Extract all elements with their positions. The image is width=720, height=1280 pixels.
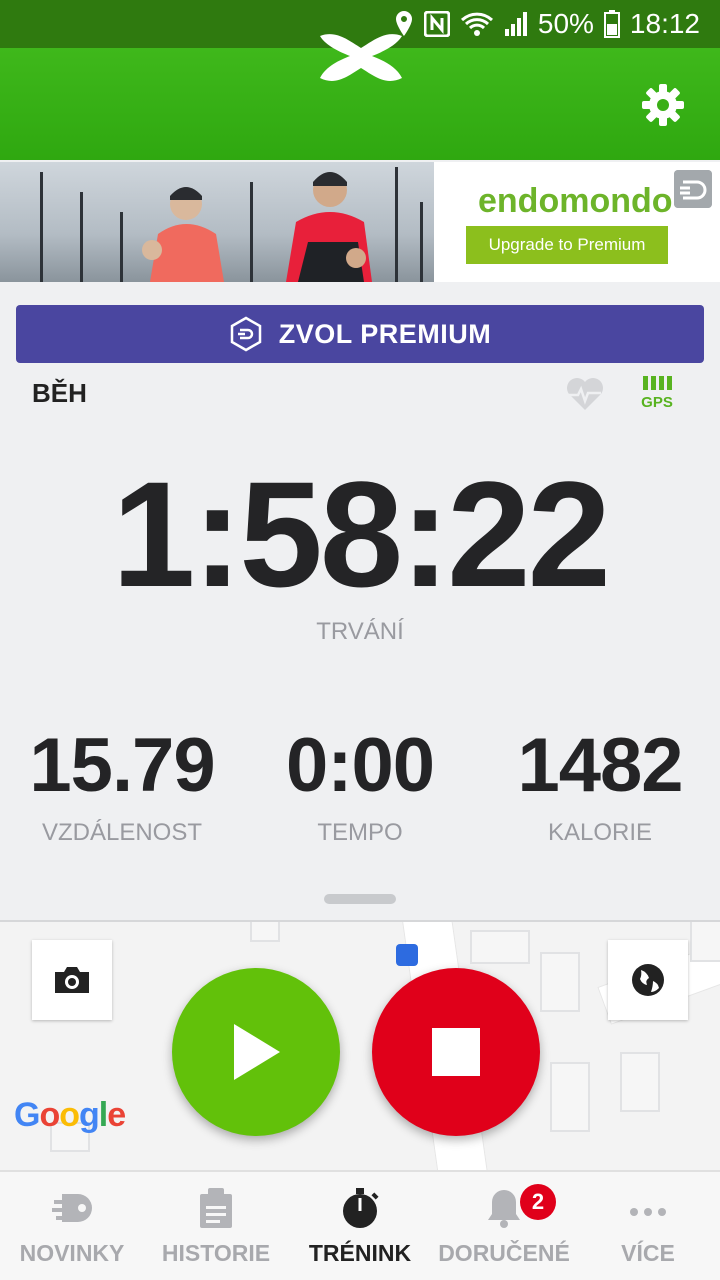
heart-rate-icon[interactable] bbox=[565, 376, 605, 412]
gps-indicator: GPS bbox=[640, 376, 674, 411]
stopwatch-icon bbox=[343, 1188, 379, 1228]
premium-hexagon-icon bbox=[230, 316, 261, 352]
pace-label: TEMPO bbox=[317, 819, 403, 846]
nav-label-history: HISTORIE bbox=[161, 1240, 271, 1266]
ad-photo bbox=[0, 162, 434, 282]
duration-label: TRVÁNÍ bbox=[316, 618, 404, 645]
nav-item-history[interactable]: HISTORIE bbox=[144, 1172, 288, 1280]
nav-label-workout: TRÉNINK bbox=[308, 1240, 412, 1266]
signal-icon bbox=[504, 12, 527, 36]
play-icon bbox=[234, 1024, 280, 1080]
nav-label-news: NOVINKY bbox=[19, 1240, 125, 1266]
bus-stop-icon[interactable] bbox=[396, 944, 418, 966]
ad-brand-name: endomondo bbox=[478, 182, 673, 220]
sport-type[interactable]: BĚH bbox=[32, 378, 87, 409]
pace-value: 0:00 bbox=[285, 723, 435, 808]
map-type-button[interactable] bbox=[608, 940, 688, 1020]
duration-value: 1:58:22 bbox=[111, 450, 611, 618]
under-armour-logo bbox=[320, 34, 402, 81]
google-attribution: Google bbox=[14, 1096, 126, 1134]
start-button[interactable] bbox=[172, 968, 340, 1136]
bell-icon bbox=[488, 1190, 520, 1228]
news-icon bbox=[52, 1194, 92, 1222]
ad-banner[interactable] bbox=[0, 162, 720, 282]
stat-distance[interactable]: 15.79 VZDÁLENOST bbox=[2, 722, 242, 847]
clock: 18:12 bbox=[629, 8, 700, 39]
nfc-icon bbox=[423, 11, 450, 37]
gear-icon[interactable] bbox=[640, 82, 686, 128]
status-icons: 50% 18:12 bbox=[394, 0, 700, 48]
stat-calories[interactable]: 1482 KALORIE bbox=[480, 722, 720, 847]
runner-man bbox=[286, 172, 372, 282]
distance-label: VZDÁLENOST bbox=[41, 819, 203, 846]
battery-percent: 50% bbox=[537, 8, 594, 39]
gps-label: GPS bbox=[641, 394, 673, 411]
nav-item-news[interactable]: NOVINKY bbox=[0, 1172, 144, 1280]
wifi-icon bbox=[460, 12, 493, 36]
panel-drag-handle[interactable] bbox=[324, 894, 396, 904]
stat-pace[interactable]: 0:00 TEMPO bbox=[240, 722, 480, 847]
ad-upgrade-button[interactable]: Upgrade to Premium bbox=[466, 226, 668, 264]
calories-label: KALORIE bbox=[547, 819, 653, 846]
notification-badge: 2 bbox=[520, 1184, 556, 1220]
bottom-navigation: NOVINKY HISTORIE TRÉNINK 2 DORUČENÉ VÍCE bbox=[0, 1170, 720, 1280]
camera-button[interactable] bbox=[32, 940, 112, 1020]
camera-icon bbox=[55, 967, 89, 993]
nav-label-more: VÍCE bbox=[621, 1240, 675, 1266]
distance-value: 15.79 bbox=[29, 723, 215, 808]
premium-label: ZVOL PREMIUM bbox=[278, 318, 492, 349]
stop-icon bbox=[432, 1028, 480, 1076]
runner-woman bbox=[142, 187, 224, 282]
nav-item-workout[interactable]: TRÉNINK bbox=[288, 1172, 432, 1280]
premium-button[interactable]: ZVOL PREMIUM bbox=[16, 305, 704, 363]
nav-label-inbox: DORUČENÉ bbox=[438, 1240, 570, 1266]
stop-button[interactable] bbox=[372, 968, 540, 1136]
endomondo-badge-icon bbox=[674, 170, 712, 208]
nav-item-inbox[interactable]: 2 DORUČENÉ bbox=[432, 1172, 576, 1280]
nav-item-more[interactable]: VÍCE bbox=[576, 1172, 720, 1280]
history-icon bbox=[200, 1188, 232, 1228]
gps-signal-icon bbox=[640, 376, 674, 390]
battery-icon bbox=[603, 10, 620, 38]
globe-icon bbox=[632, 964, 664, 996]
calories-value: 1482 bbox=[517, 723, 683, 808]
more-icon bbox=[630, 1208, 666, 1216]
